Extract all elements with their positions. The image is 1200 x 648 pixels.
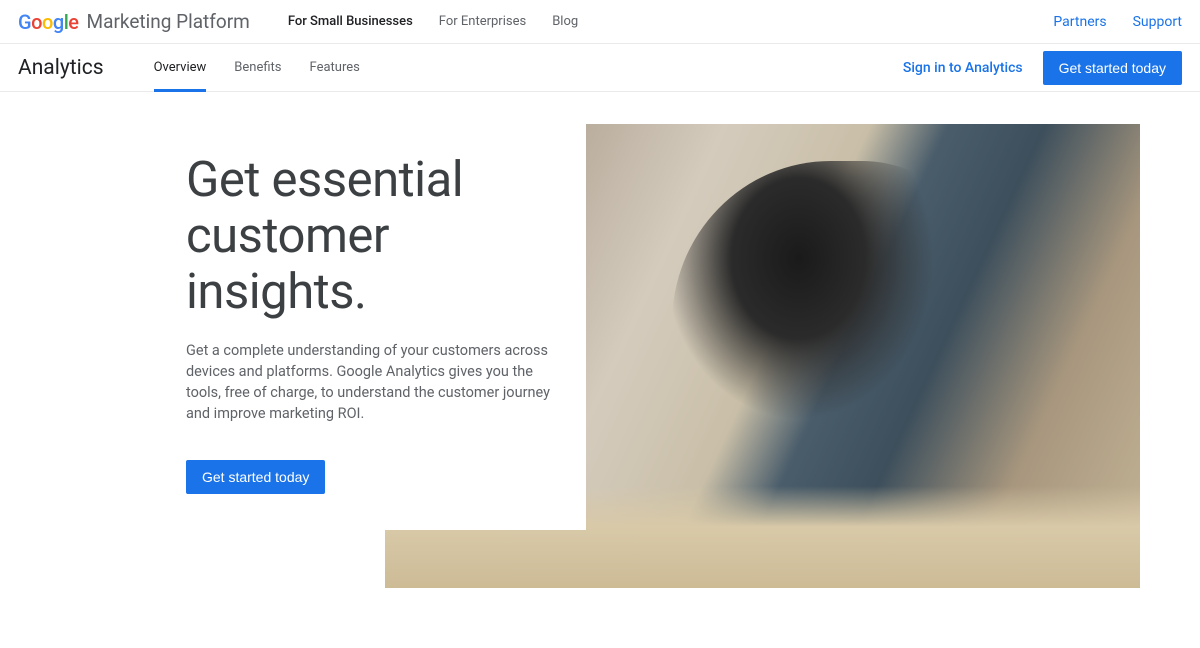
sub-nav: Analytics Overview Benefits Features Sig… [0, 44, 1200, 92]
brand-logo[interactable]: Google Marketing Platform [18, 10, 250, 34]
sub-tabs: Overview Benefits Features [154, 44, 360, 91]
tab-features[interactable]: Features [310, 44, 360, 91]
hero-get-started-button[interactable]: Get started today [186, 460, 325, 494]
product-name: Analytics [18, 56, 104, 80]
top-nav-right: Partners Support [1053, 14, 1182, 30]
partners-link[interactable]: Partners [1053, 14, 1106, 30]
hero-title: Get essential customer insights. [186, 152, 562, 320]
top-nav: Google Marketing Platform For Small Busi… [0, 0, 1200, 44]
get-started-button[interactable]: Get started today [1043, 51, 1182, 85]
tab-benefits[interactable]: Benefits [234, 44, 281, 91]
support-link[interactable]: Support [1133, 14, 1182, 30]
nav-blog[interactable]: Blog [552, 14, 578, 29]
nav-enterprises[interactable]: For Enterprises [439, 14, 526, 29]
platform-title: Marketing Platform [87, 10, 250, 33]
google-logo-icon: Google [18, 10, 79, 34]
signin-link[interactable]: Sign in to Analytics [903, 60, 1023, 76]
nav-small-businesses[interactable]: For Small Businesses [288, 14, 413, 29]
hero-section: Get essential customer insights. Get a c… [0, 124, 1200, 530]
hero-card: Get essential customer insights. Get a c… [186, 124, 586, 530]
top-nav-links: For Small Businesses For Enterprises Blo… [288, 14, 578, 29]
tab-overview[interactable]: Overview [154, 44, 207, 91]
sub-nav-right: Sign in to Analytics Get started today [903, 51, 1182, 85]
hero-description: Get a complete understanding of your cus… [186, 340, 556, 424]
